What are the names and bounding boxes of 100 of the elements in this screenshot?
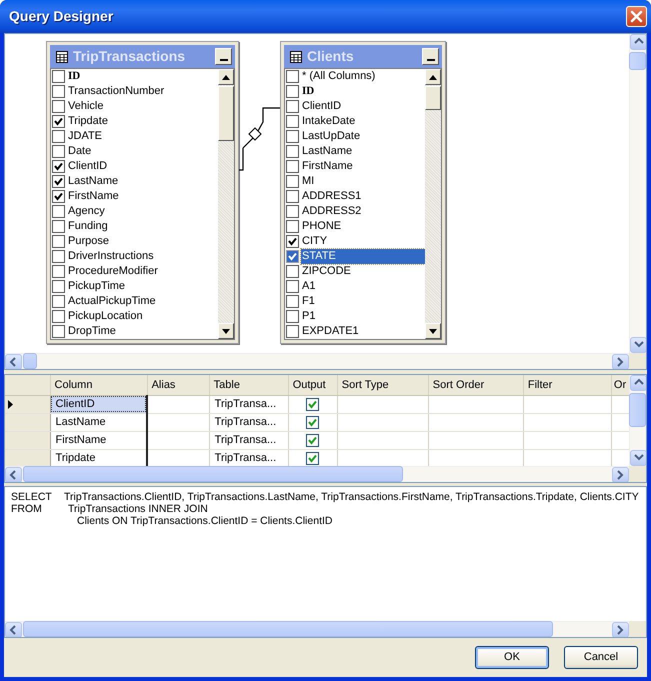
table-cell[interactable]: TripTransa...	[209, 413, 288, 431]
column-item[interactable]: Vehicle	[51, 99, 218, 114]
checkbox[interactable]	[52, 145, 65, 158]
column-header[interactable]: Sort Order	[428, 375, 524, 395]
column-item[interactable]: Funding	[51, 219, 218, 234]
minimize-button[interactable]	[215, 48, 232, 65]
table-cell[interactable]	[523, 395, 612, 413]
column-item[interactable]: ProcedureModifier	[51, 264, 218, 279]
checkbox[interactable]	[286, 145, 299, 158]
column-item[interactable]: CITY	[285, 234, 425, 249]
checkbox[interactable]	[52, 130, 65, 143]
checkbox[interactable]	[52, 70, 65, 83]
checkbox[interactable]	[286, 190, 299, 203]
vertical-scrollbar[interactable]	[629, 375, 646, 466]
join-line[interactable]	[239, 107, 280, 171]
column-item[interactable]: MI	[285, 174, 425, 189]
column-item[interactable]: F1	[285, 294, 425, 309]
column-item[interactable]: EXPDATE1	[285, 324, 425, 339]
table-cell[interactable]	[147, 431, 210, 449]
checkbox[interactable]	[286, 175, 299, 188]
column-item[interactable]: Tripdate	[51, 114, 218, 129]
scroll-thumb[interactable]	[629, 393, 646, 427]
output-checkbox[interactable]	[306, 416, 320, 428]
scroll-left-button[interactable]	[5, 354, 22, 369]
column-header[interactable]: Table	[209, 375, 288, 395]
cancel-button[interactable]: Cancel	[564, 646, 638, 669]
table-cell[interactable]: LastName	[50, 413, 148, 431]
column-item[interactable]: A1	[285, 279, 425, 294]
column-item[interactable]: ClientID	[285, 99, 425, 114]
checkbox[interactable]	[52, 295, 65, 308]
column-item[interactable]: ADDRESS1	[285, 189, 425, 204]
checkbox[interactable]	[286, 220, 299, 233]
table-cell[interactable]	[147, 395, 210, 413]
horizontal-scrollbar[interactable]	[5, 621, 629, 637]
checkbox[interactable]	[286, 295, 299, 308]
column-item[interactable]: JDATE	[51, 129, 218, 144]
checkbox[interactable]	[52, 280, 65, 293]
checkbox[interactable]	[286, 160, 299, 173]
checkbox[interactable]	[286, 205, 299, 218]
scroll-right-button[interactable]	[612, 622, 629, 637]
column-header[interactable]: Column	[50, 375, 148, 395]
output-checkbox[interactable]	[306, 434, 320, 446]
column-item[interactable]: PickupLocation	[51, 309, 218, 324]
column-item[interactable]: Agency	[51, 204, 218, 219]
row-header[interactable]	[5, 395, 50, 413]
table-cell[interactable]	[428, 395, 524, 413]
column-item[interactable]: ID	[51, 69, 218, 84]
column-item[interactable]: LastUpDate	[285, 129, 425, 144]
checkbox[interactable]	[286, 85, 299, 98]
checkbox[interactable]	[52, 190, 65, 203]
column-header[interactable]: Alias	[147, 375, 210, 395]
checkbox[interactable]	[52, 115, 65, 128]
column-item[interactable]: LastName	[51, 174, 218, 189]
table-cell[interactable]	[428, 413, 524, 431]
minimize-button[interactable]	[422, 48, 439, 65]
checkbox[interactable]	[52, 175, 65, 188]
column-header[interactable]: Output	[288, 375, 338, 395]
column-item[interactable]: ActualPickupTime	[51, 294, 218, 309]
table-cell[interactable]	[523, 431, 612, 449]
column-item[interactable]: ADDRESS2	[285, 204, 425, 219]
scroll-left-button[interactable]	[5, 622, 22, 637]
checkbox[interactable]	[286, 235, 299, 248]
checkbox[interactable]	[52, 325, 65, 338]
horizontal-scrollbar[interactable]	[5, 353, 629, 369]
column-item[interactable]: DropTime	[51, 324, 218, 339]
scroll-right-button[interactable]	[612, 354, 629, 369]
table-cell[interactable]	[337, 431, 428, 449]
column-item[interactable]: Purpose	[51, 234, 218, 249]
table-cell[interactable]	[337, 413, 428, 431]
scroll-thumb[interactable]	[23, 466, 403, 482]
table-cell[interactable]: TripTransa...	[209, 395, 288, 413]
table-cell[interactable]	[523, 413, 612, 431]
checkbox[interactable]	[286, 250, 299, 263]
column-item[interactable]: P1	[285, 309, 425, 324]
checkbox[interactable]	[52, 85, 65, 98]
checkbox[interactable]	[286, 280, 299, 293]
scroll-left-button[interactable]	[5, 467, 22, 482]
column-item[interactable]: FirstName	[285, 159, 425, 174]
scroll-thumb[interactable]	[23, 621, 553, 637]
checkbox[interactable]	[52, 100, 65, 113]
checkbox[interactable]	[286, 310, 299, 323]
column-item[interactable]: Date	[51, 144, 218, 159]
column-header[interactable]: Filter	[523, 375, 612, 395]
table-cell[interactable]: FirstName	[50, 431, 148, 449]
column-item[interactable]: LastName	[285, 144, 425, 159]
column-item[interactable]: TransactionNumber	[51, 84, 218, 99]
checkbox[interactable]	[286, 115, 299, 128]
checkbox[interactable]	[52, 160, 65, 173]
checkbox[interactable]	[52, 310, 65, 323]
table-cell[interactable]: ClientID	[50, 395, 148, 413]
output-checkbox[interactable]	[306, 398, 320, 410]
column-item[interactable]: IntakeDate	[285, 114, 425, 129]
scroll-thumb[interactable]	[23, 353, 37, 369]
table-cell[interactable]	[428, 431, 524, 449]
column-item[interactable]: ClientID	[51, 159, 218, 174]
checkbox[interactable]	[286, 70, 299, 83]
column-header[interactable]: Sort Type	[337, 375, 428, 395]
column-item[interactable]: PHONE	[285, 219, 425, 234]
checkbox[interactable]	[52, 250, 65, 263]
column-item[interactable]: ZIPCODE	[285, 264, 425, 279]
